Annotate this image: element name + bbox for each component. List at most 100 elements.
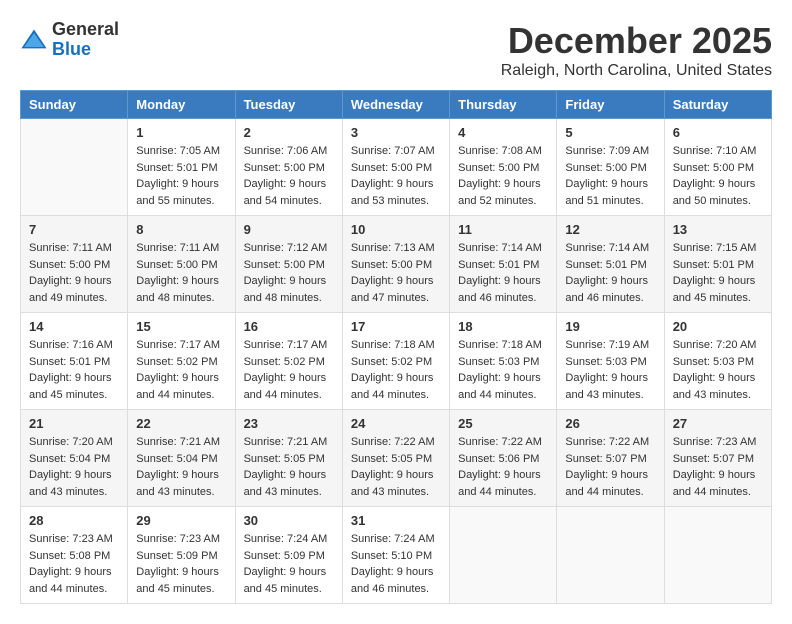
day-number: 1 (136, 125, 226, 140)
day-info: Sunrise: 7:11 AMSunset: 5:00 PMDaylight:… (29, 240, 119, 306)
calendar-cell: 19 Sunrise: 7:19 AMSunset: 5:03 PMDayligh… (557, 313, 664, 410)
day-info: Sunrise: 7:16 AMSunset: 5:01 PMDaylight:… (29, 337, 119, 403)
day-number: 2 (244, 125, 334, 140)
day-of-week-header: Friday (557, 91, 664, 119)
day-number: 29 (136, 513, 226, 528)
day-info: Sunrise: 7:23 AMSunset: 5:09 PMDaylight:… (136, 531, 226, 597)
days-of-week-row: SundayMondayTuesdayWednesdayThursdayFrid… (21, 91, 772, 119)
day-info: Sunrise: 7:22 AMSunset: 5:05 PMDaylight:… (351, 434, 441, 500)
logo-blue: Blue (52, 40, 119, 60)
day-of-week-header: Saturday (664, 91, 771, 119)
calendar-cell: 6Sunrise: 7:10 AMSunset: 5:00 PMDaylight… (664, 119, 771, 216)
day-number: 17 (351, 319, 441, 334)
day-info: Sunrise: 7:17 AMSunset: 5:02 PMDaylight:… (136, 337, 226, 403)
day-info: Sunrise: 7:18 AMSunset: 5:02 PMDaylight:… (351, 337, 441, 403)
day-number: 15 (136, 319, 226, 334)
day-info: Sunrise: 7:13 AMSunset: 5:00 PMDaylight:… (351, 240, 441, 306)
calendar-week-row: 14Sunrise: 7:16 AMSunset: 5:01 PMDayligh… (21, 313, 772, 410)
day-number: 7 (29, 222, 119, 237)
day-number: 30 (244, 513, 334, 528)
day-info: Sunrise: 7:05 AMSunset: 5:01 PMDaylight:… (136, 143, 226, 209)
day-info: Sunrise: 7:22 AMSunset: 5:07 PMDaylight:… (565, 434, 655, 500)
calendar-cell: 23 Sunrise: 7:21 AMSunset: 5:05 PMDayligh… (235, 410, 342, 507)
calendar-cell: 29 Sunrise: 7:23 AMSunset: 5:09 PMDayligh… (128, 507, 235, 604)
day-number: 16 (244, 319, 334, 334)
day-number: 25 (458, 416, 548, 431)
calendar-cell: 20 Sunrise: 7:20 AMSunset: 5:03 PMDayligh… (664, 313, 771, 410)
calendar-header: SundayMondayTuesdayWednesdayThursdayFrid… (21, 91, 772, 119)
day-info: Sunrise: 7:08 AMSunset: 5:00 PMDaylight:… (458, 143, 548, 209)
calendar-cell (664, 507, 771, 604)
day-info: Sunrise: 7:14 AMSunset: 5:01 PMDaylight:… (565, 240, 655, 306)
day-info: Sunrise: 7:20 AMSunset: 5:03 PMDaylight:… (673, 337, 763, 403)
day-number: 3 (351, 125, 441, 140)
day-number: 28 (29, 513, 119, 528)
calendar-cell: 2 Sunrise: 7:06 AMSunset: 5:00 PMDaylight… (235, 119, 342, 216)
day-number: 9 (244, 222, 334, 237)
day-number: 8 (136, 222, 226, 237)
day-info: Sunrise: 7:11 AMSunset: 5:00 PMDaylight:… (136, 240, 226, 306)
calendar-table: SundayMondayTuesdayWednesdayThursdayFrid… (20, 90, 772, 604)
day-info: Sunrise: 7:23 AMSunset: 5:08 PMDaylight:… (29, 531, 119, 597)
day-of-week-header: Wednesday (342, 91, 449, 119)
logo-general: General (52, 20, 119, 40)
day-info: Sunrise: 7:19 AMSunset: 5:03 PMDaylight:… (565, 337, 655, 403)
logo-icon (20, 26, 48, 54)
day-info: Sunrise: 7:10 AMSunset: 5:00 PMDaylight:… (673, 143, 763, 209)
calendar-cell: 30 Sunrise: 7:24 AMSunset: 5:09 PMDayligh… (235, 507, 342, 604)
calendar-cell: 5 Sunrise: 7:09 AMSunset: 5:00 PMDaylight… (557, 119, 664, 216)
day-number: 12 (565, 222, 655, 237)
day-number: 4 (458, 125, 548, 140)
calendar-cell: 3 Sunrise: 7:07 AMSunset: 5:00 PMDaylight… (342, 119, 449, 216)
calendar-cell: 13Sunrise: 7:15 AMSunset: 5:01 PMDayligh… (664, 216, 771, 313)
calendar-cell: 22 Sunrise: 7:21 AMSunset: 5:04 PMDayligh… (128, 410, 235, 507)
calendar-week-row: 1 Sunrise: 7:05 AMSunset: 5:01 PMDaylight… (21, 119, 772, 216)
calendar-cell: 7 Sunrise: 7:11 AMSunset: 5:00 PMDaylight… (21, 216, 128, 313)
calendar-cell: 4 Sunrise: 7:08 AMSunset: 5:00 PMDaylight… (450, 119, 557, 216)
day-number: 23 (244, 416, 334, 431)
calendar-body: 1 Sunrise: 7:05 AMSunset: 5:01 PMDaylight… (21, 119, 772, 604)
calendar-cell: 26 Sunrise: 7:22 AMSunset: 5:07 PMDayligh… (557, 410, 664, 507)
day-info: Sunrise: 7:14 AMSunset: 5:01 PMDaylight:… (458, 240, 548, 306)
day-number: 5 (565, 125, 655, 140)
title-block: December 2025 Raleigh, North Carolina, U… (501, 20, 772, 80)
calendar-week-row: 7 Sunrise: 7:11 AMSunset: 5:00 PMDaylight… (21, 216, 772, 313)
day-info: Sunrise: 7:17 AMSunset: 5:02 PMDaylight:… (244, 337, 334, 403)
day-info: Sunrise: 7:06 AMSunset: 5:00 PMDaylight:… (244, 143, 334, 209)
calendar-cell: 25Sunrise: 7:22 AMSunset: 5:06 PMDayligh… (450, 410, 557, 507)
day-number: 27 (673, 416, 763, 431)
logo-text: General Blue (52, 20, 119, 60)
day-number: 19 (565, 319, 655, 334)
calendar-cell: 24 Sunrise: 7:22 AMSunset: 5:05 PMDayligh… (342, 410, 449, 507)
location: Raleigh, North Carolina, United States (501, 62, 772, 80)
day-number: 11 (458, 222, 548, 237)
calendar-cell: 12 Sunrise: 7:14 AMSunset: 5:01 PMDayligh… (557, 216, 664, 313)
calendar-cell: 1 Sunrise: 7:05 AMSunset: 5:01 PMDaylight… (128, 119, 235, 216)
day-info: Sunrise: 7:21 AMSunset: 5:05 PMDaylight:… (244, 434, 334, 500)
day-info: Sunrise: 7:07 AMSunset: 5:00 PMDaylight:… (351, 143, 441, 209)
day-number: 18 (458, 319, 548, 334)
logo: General Blue (20, 20, 119, 60)
day-info: Sunrise: 7:21 AMSunset: 5:04 PMDaylight:… (136, 434, 226, 500)
day-info: Sunrise: 7:15 AMSunset: 5:01 PMDaylight:… (673, 240, 763, 306)
day-info: Sunrise: 7:23 AMSunset: 5:07 PMDaylight:… (673, 434, 763, 500)
day-number: 26 (565, 416, 655, 431)
calendar-cell: 27 Sunrise: 7:23 AMSunset: 5:07 PMDayligh… (664, 410, 771, 507)
calendar-cell (557, 507, 664, 604)
day-info: Sunrise: 7:18 AMSunset: 5:03 PMDaylight:… (458, 337, 548, 403)
day-of-week-header: Monday (128, 91, 235, 119)
calendar-cell: 18 Sunrise: 7:18 AMSunset: 5:03 PMDayligh… (450, 313, 557, 410)
calendar-cell (21, 119, 128, 216)
calendar-cell: 28 Sunrise: 7:23 AMSunset: 5:08 PMDayligh… (21, 507, 128, 604)
day-number: 22 (136, 416, 226, 431)
day-info: Sunrise: 7:24 AMSunset: 5:09 PMDaylight:… (244, 531, 334, 597)
day-number: 10 (351, 222, 441, 237)
calendar-cell (450, 507, 557, 604)
day-info: Sunrise: 7:20 AMSunset: 5:04 PMDaylight:… (29, 434, 119, 500)
day-number: 20 (673, 319, 763, 334)
calendar-cell: 21Sunrise: 7:20 AMSunset: 5:04 PMDayligh… (21, 410, 128, 507)
day-number: 24 (351, 416, 441, 431)
day-info: Sunrise: 7:12 AMSunset: 5:00 PMDaylight:… (244, 240, 334, 306)
calendar-week-row: 21Sunrise: 7:20 AMSunset: 5:04 PMDayligh… (21, 410, 772, 507)
day-info: Sunrise: 7:09 AMSunset: 5:00 PMDaylight:… (565, 143, 655, 209)
